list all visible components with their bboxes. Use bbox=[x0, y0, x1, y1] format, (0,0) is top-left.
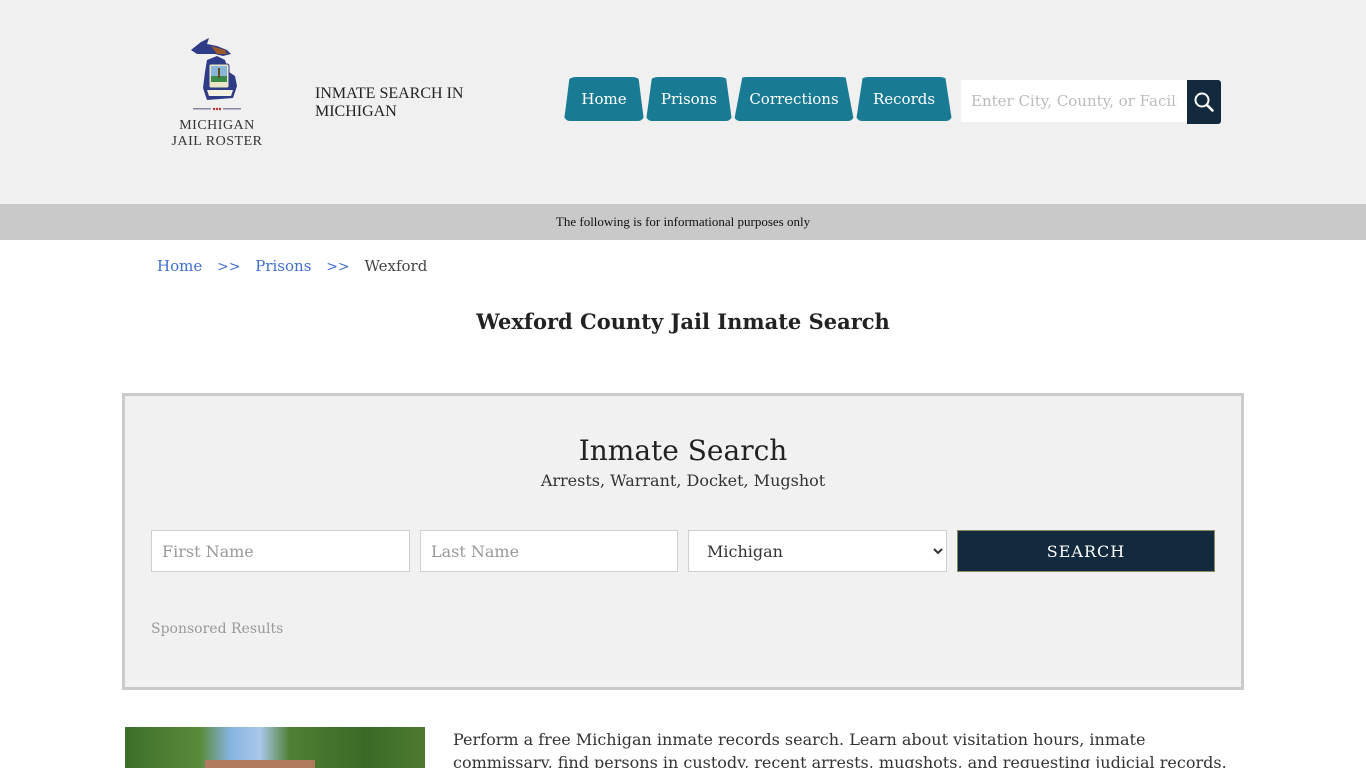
building-roof bbox=[205, 760, 315, 768]
breadcrumb-separator: >> bbox=[217, 259, 241, 275]
breadcrumb: Home >> Prisons >> Wexford bbox=[157, 257, 427, 275]
panel-subtitle: Arrests, Warrant, Docket, Mugshot bbox=[540, 471, 826, 490]
site-search-button[interactable] bbox=[1187, 80, 1221, 124]
search-icon bbox=[1194, 92, 1214, 112]
site-logo[interactable]: MICHIGAN JAIL ROSTER bbox=[168, 32, 266, 154]
jail-building-photo bbox=[125, 727, 425, 768]
nav-corrections[interactable]: Corrections bbox=[734, 77, 854, 121]
breadcrumb-current: Wexford bbox=[364, 257, 428, 275]
state-select[interactable]: Michigan bbox=[688, 530, 947, 572]
breadcrumb-home[interactable]: Home bbox=[157, 257, 202, 275]
logo-line-2: JAIL ROSTER bbox=[171, 134, 263, 149]
last-name-input[interactable] bbox=[420, 530, 678, 572]
logo-text: MICHIGAN JAIL ROSTER bbox=[168, 118, 266, 150]
nav-records[interactable]: Records bbox=[856, 77, 952, 121]
inmate-search-button[interactable]: SEARCH bbox=[957, 530, 1215, 572]
site-search-input[interactable] bbox=[961, 80, 1187, 122]
sponsored-results-label: Sponsored Results bbox=[151, 621, 284, 637]
info-notice-bar: The following is for informational purpo… bbox=[0, 204, 1366, 240]
main-nav: Home Prisons Corrections Records bbox=[564, 77, 954, 121]
breadcrumb-prisons[interactable]: Prisons bbox=[255, 257, 311, 275]
breadcrumb-separator: >> bbox=[326, 259, 350, 275]
intro-paragraph: Perform a free Michigan inmate records s… bbox=[453, 730, 1227, 768]
inmate-search-panel: Inmate Search Arrests, Warrant, Docket, … bbox=[122, 393, 1244, 690]
nav-prisons[interactable]: Prisons bbox=[646, 77, 732, 121]
nav-home[interactable]: Home bbox=[564, 77, 644, 121]
page-title: Wexford County Jail Inmate Search bbox=[476, 309, 890, 334]
logo-divider bbox=[193, 107, 241, 111]
panel-title: Inmate Search bbox=[578, 434, 788, 467]
first-name-input[interactable] bbox=[151, 530, 410, 572]
site-tagline: INMATE SEARCH IN MICHIGAN bbox=[315, 85, 464, 120]
michigan-map-icon bbox=[191, 38, 237, 100]
logo-line-1: MICHIGAN bbox=[179, 118, 255, 133]
site-header: MICHIGAN JAIL ROSTER INMATE SEARCH IN MI… bbox=[0, 0, 1366, 204]
